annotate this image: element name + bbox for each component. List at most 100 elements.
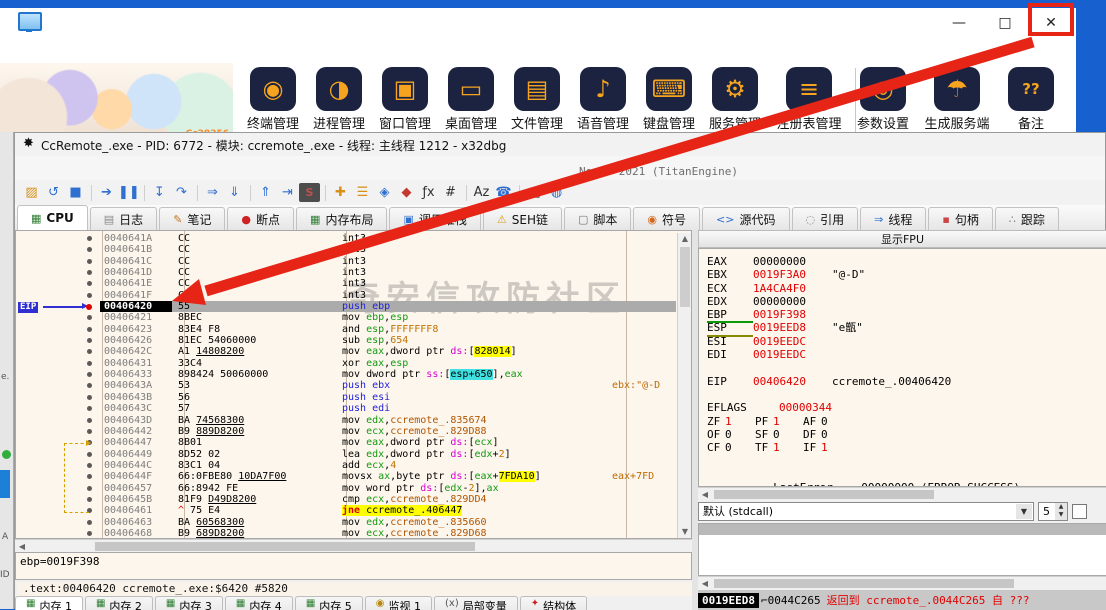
toolbar-item[interactable]: ◑ 进程管理 <box>307 63 371 132</box>
chevron-down-icon[interactable]: ▼ <box>1016 504 1032 519</box>
argument-row[interactable] <box>699 535 1106 546</box>
toolbar-item[interactable]: ▣ 窗口管理 <box>373 63 437 132</box>
main-menu-item[interactable] <box>0 42 20 50</box>
instruction-dot[interactable] <box>87 236 92 241</box>
dbg-tab[interactable]: ⇒ 线程 <box>860 207 927 230</box>
bottom-tab[interactable]: ▦ 内存 5 <box>294 596 363 610</box>
disasm-row[interactable]: 0040641C CC int3 <box>16 256 676 267</box>
run-icon[interactable]: ➔ <box>96 183 117 202</box>
argument-row[interactable] <box>699 545 1106 556</box>
dbg-tab[interactable]: ✎ 笔记 <box>159 207 226 230</box>
disasm-row[interactable]: 00406457 66:8942 FE mov word ptr ds:[edx… <box>16 483 676 494</box>
instruction-dot[interactable] <box>87 349 92 355</box>
disasm-row[interactable]: 0040644C 83C1 04 add ecx,4 <box>16 460 676 471</box>
toolbar-item[interactable]: ⌨ 键盘管理 <box>637 63 701 132</box>
spinner-arrows-icon[interactable]: ▲ ▼ <box>1055 503 1067 520</box>
dbg-menu-item[interactable] <box>51 167 69 171</box>
disasm-row[interactable]: 00406449 8D52 02 lea edx,dword ptr ds:[e… <box>16 449 676 460</box>
flags-row[interactable]: OF 0 SF 0 DF 0 <box>707 428 1106 441</box>
register-row[interactable]: EBP 0019F398 <box>707 308 1106 324</box>
instruction-dot[interactable] <box>87 519 92 525</box>
main-menu-item[interactable] <box>20 42 40 50</box>
disasm-row[interactable]: 0040641A CC int3 <box>16 233 676 244</box>
dbg-menu-item[interactable] <box>33 167 51 171</box>
stop-icon[interactable]: ■ <box>65 183 86 202</box>
toolbar-item[interactable]: ♪ 语音管理 <box>571 63 635 132</box>
instruction-dot[interactable] <box>87 247 92 253</box>
bottom-tab[interactable]: ▦ 内存 1 <box>15 596 83 610</box>
instruction-dot[interactable] <box>87 417 92 423</box>
register-row[interactable]: ECX 1A4CA4F0 <box>707 282 1106 295</box>
disasm-row[interactable]: 0040643B 56 push esi <box>16 392 676 403</box>
toolbar-item[interactable]: ☂ 生成服务端 <box>917 63 997 132</box>
disasm-row[interactable]: 00406426 81EC 54060000 sub esp,654 <box>16 335 676 346</box>
dbg-tab[interactable]: ▦ CPU <box>17 205 88 230</box>
argument-row[interactable] <box>699 556 1106 567</box>
instruction-dot[interactable] <box>87 428 92 434</box>
disasm-row[interactable]: 00406421 8BEC mov ebp,esp <box>16 312 676 323</box>
disasm-row[interactable]: 0040645B 81F9 D49D8200 cmp ecx,ccremote_… <box>16 494 676 505</box>
instruction-dot[interactable] <box>87 281 92 287</box>
dbg-menu-item[interactable] <box>69 167 87 171</box>
instruction-dot[interactable] <box>87 394 92 400</box>
argument-row[interactable] <box>699 566 1106 575</box>
bottom-tab[interactable]: ▦ 内存 3 <box>154 596 223 610</box>
register-row[interactable]: ESP 0019EED8 "e甑" <box>707 321 1106 337</box>
dbg-tab[interactable]: <> 源代码 <box>702 207 790 230</box>
exec-till-return-icon[interactable]: ⇑ <box>255 183 276 202</box>
dbg-menu-item[interactable] <box>123 167 141 171</box>
dbg-tab[interactable]: ▪ 句柄 <box>928 207 993 230</box>
instruction-dot[interactable] <box>87 530 92 536</box>
disasm-row[interactable]: 0040641F CC int3 <box>16 290 676 301</box>
register-row[interactable] <box>707 388 1106 401</box>
breakpoint-dot[interactable] <box>86 303 92 310</box>
dbg-tab[interactable]: ▢ 脚本 <box>564 207 632 230</box>
maximize-button[interactable]: □ <box>988 10 1022 36</box>
dbg-tab[interactable]: ∴ 跟踪 <box>994 207 1059 230</box>
dbg-menu-item[interactable] <box>87 167 105 171</box>
dbg-tab[interactable]: ◌ 引用 <box>791 207 859 230</box>
disasm-row[interactable]: 0040642C A1 14808200 mov eax,dword ptr d… <box>16 346 676 358</box>
disasm-row[interactable]: 00406433 898424 50060000 mov dword ptr s… <box>16 369 676 381</box>
dbg-menu-item[interactable] <box>15 167 33 171</box>
disasm-row[interactable]: 00406423 83E4 F8 and esp,FFFFFFF8 <box>16 324 676 335</box>
step-into-icon[interactable]: ↧ <box>149 183 170 202</box>
step-over-icon[interactable]: ↷ <box>171 183 192 202</box>
disasm-row[interactable]: 0040643D BA 74568300 mov edx,ccremote_.8… <box>16 415 676 426</box>
instruction-dot[interactable] <box>87 372 92 378</box>
register-row[interactable] <box>707 361 1106 374</box>
disassembly-panel[interactable]: 奇安信攻防社区 0040641A CC int3 0040641B CC int… <box>15 230 692 539</box>
flags-row[interactable]: ZF 1 PF 1 AF 0 <box>707 415 1106 428</box>
toolbar-item[interactable]: ◎ 参数设置 <box>851 63 915 132</box>
toolbar-item[interactable]: ▤ 文件管理 <box>505 63 569 132</box>
toolbar-item[interactable]: ≡ 注册表管理 <box>769 63 849 132</box>
flags-row[interactable]: CF 0 TF 1 IF 1 <box>707 441 1106 454</box>
argument-row[interactable] <box>699 524 1106 535</box>
register-row[interactable]: EDI 0019EEDC <box>707 348 1106 361</box>
disasm-row[interactable]: 00406442 B9 889D8200 mov ecx,ccremote_.8… <box>16 426 676 437</box>
show-fpu-button[interactable]: 显示FPU <box>698 230 1106 248</box>
disasm-row[interactable]: EIP 00406420 55 push ebp <box>16 301 676 313</box>
instruction-dot[interactable] <box>87 315 92 321</box>
register-row[interactable]: EFLAGS 00000344 <box>707 401 1106 414</box>
bottom-tab[interactable]: ◉ 监视 1 <box>364 596 432 610</box>
bottom-tab[interactable]: ▦ 内存 2 <box>84 596 153 610</box>
main-titlebar[interactable]: — □ ✕ <box>0 8 1076 34</box>
args-hscrollbar[interactable]: ◀ <box>698 576 1106 590</box>
comment-icon[interactable]: ☰ <box>352 183 373 202</box>
arg-depth-spinner[interactable]: 5 ▲ ▼ <box>1038 502 1068 521</box>
register-row[interactable]: EBX 0019F3A0 "@-D" <box>707 268 1106 281</box>
disasm-row[interactable]: 0040643C 57 push edi <box>16 403 676 414</box>
register-row[interactable]: EDX 00000000 <box>707 295 1106 308</box>
disasm-vscrollbar[interactable]: ▲ ▼ <box>677 233 691 538</box>
lock-checkbox[interactable] <box>1072 504 1087 519</box>
instruction-dot[interactable] <box>87 406 92 412</box>
disasm-hscrollbar[interactable]: ◀ <box>15 539 692 553</box>
minimize-button[interactable]: — <box>942 10 976 36</box>
fx-icon[interactable]: ƒx <box>418 183 439 202</box>
dbg-tab[interactable]: ▤ 日志 <box>89 207 158 230</box>
calc-icon[interactable]: ▦ <box>524 183 545 202</box>
instruction-dot[interactable] <box>87 326 92 332</box>
bottom-tab[interactable]: ▦ 内存 4 <box>224 596 293 610</box>
az-icon[interactable]: Az <box>471 183 492 202</box>
